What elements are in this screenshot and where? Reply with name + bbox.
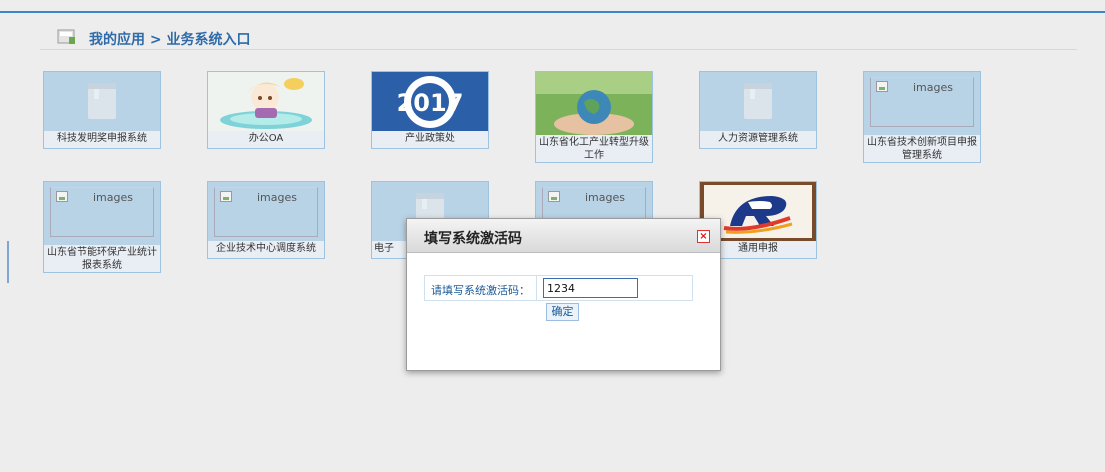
tile-label: 企业技术中心调度系统 — [216, 243, 316, 254]
broken-image: images — [214, 187, 318, 237]
app-tile-hr[interactable]: 人力资源管理系统 — [699, 71, 817, 149]
dialog-title: 填写系统激活码 — [424, 231, 522, 247]
app-tile-oa[interactable]: 办公OA — [207, 71, 325, 149]
app-tile-innovation[interactable]: images 山东省技术创新项目申报管理系统 — [863, 71, 981, 163]
book-icon — [744, 83, 772, 119]
tile-thumbnail — [536, 72, 652, 135]
dialog-header: 填写系统激活码 × — [407, 219, 720, 253]
broken-image-icon — [56, 191, 68, 202]
globe-hands-image — [536, 72, 652, 135]
activation-form-row: 请填写系统激活码： — [424, 275, 693, 301]
page-header: 我的应用 > 业务系统入口 — [40, 27, 1077, 50]
tile-label: 山东省节能环保产业统计报表系统 — [47, 247, 157, 271]
tile-thumbnail — [208, 72, 324, 131]
activation-code-label: 请填写系统激活码： — [431, 284, 530, 297]
tile-thumbnail: images — [864, 72, 980, 135]
app-folder-icon — [57, 29, 75, 44]
left-edge-marker — [7, 241, 9, 283]
book-icon — [88, 83, 116, 119]
broken-image-icon — [220, 191, 232, 202]
tile-label: 产业政策处 — [405, 133, 455, 144]
app-tile-energy[interactable]: images 山东省节能环保产业统计报表系统 — [43, 181, 161, 273]
page-title: 我的应用 > 业务系统入口 — [89, 32, 251, 48]
svg-text:2017: 2017 — [397, 89, 464, 117]
confirm-button[interactable]: 确定 — [546, 303, 579, 321]
broken-image: images — [50, 187, 154, 237]
tile-label: 人力资源管理系统 — [718, 133, 798, 144]
activation-code-input[interactable] — [543, 278, 638, 298]
tile-label: 山东省技术创新项目申报管理系统 — [867, 137, 977, 161]
broken-image: images — [870, 77, 974, 127]
tile-label: 山东省化工产业转型升级工作 — [539, 137, 649, 161]
app-tile-chemical[interactable]: 山东省化工产业转型升级工作 — [535, 71, 653, 163]
tile-label: 科技发明奖申报系统 — [57, 133, 147, 144]
tile-label: 办公OA — [248, 133, 284, 144]
app-tile-tech-center[interactable]: images 企业技术中心调度系统 — [207, 181, 325, 259]
activation-code-dialog: 填写系统激活码 × 请填写系统激活码： 确定 — [406, 218, 721, 371]
broken-image-icon — [548, 191, 560, 202]
cartoon-image — [220, 78, 312, 129]
tile-thumbnail — [44, 72, 160, 131]
top-divider — [0, 11, 1105, 13]
tile-thumbnail: images — [44, 182, 160, 245]
tile-thumbnail: 2017 — [372, 72, 488, 131]
2017-logo: 2017 — [397, 76, 464, 128]
tile-thumbnail — [700, 72, 816, 131]
form-label-cell: 请填写系统激活码： — [425, 276, 537, 300]
tile-thumbnail: images — [208, 182, 324, 241]
close-icon[interactable]: × — [697, 230, 710, 243]
broken-image-icon — [876, 81, 888, 92]
app-tile-policy[interactable]: 2017 产业政策处 — [371, 71, 489, 149]
app-tile-keji[interactable]: 科技发明奖申报系统 — [43, 71, 161, 149]
